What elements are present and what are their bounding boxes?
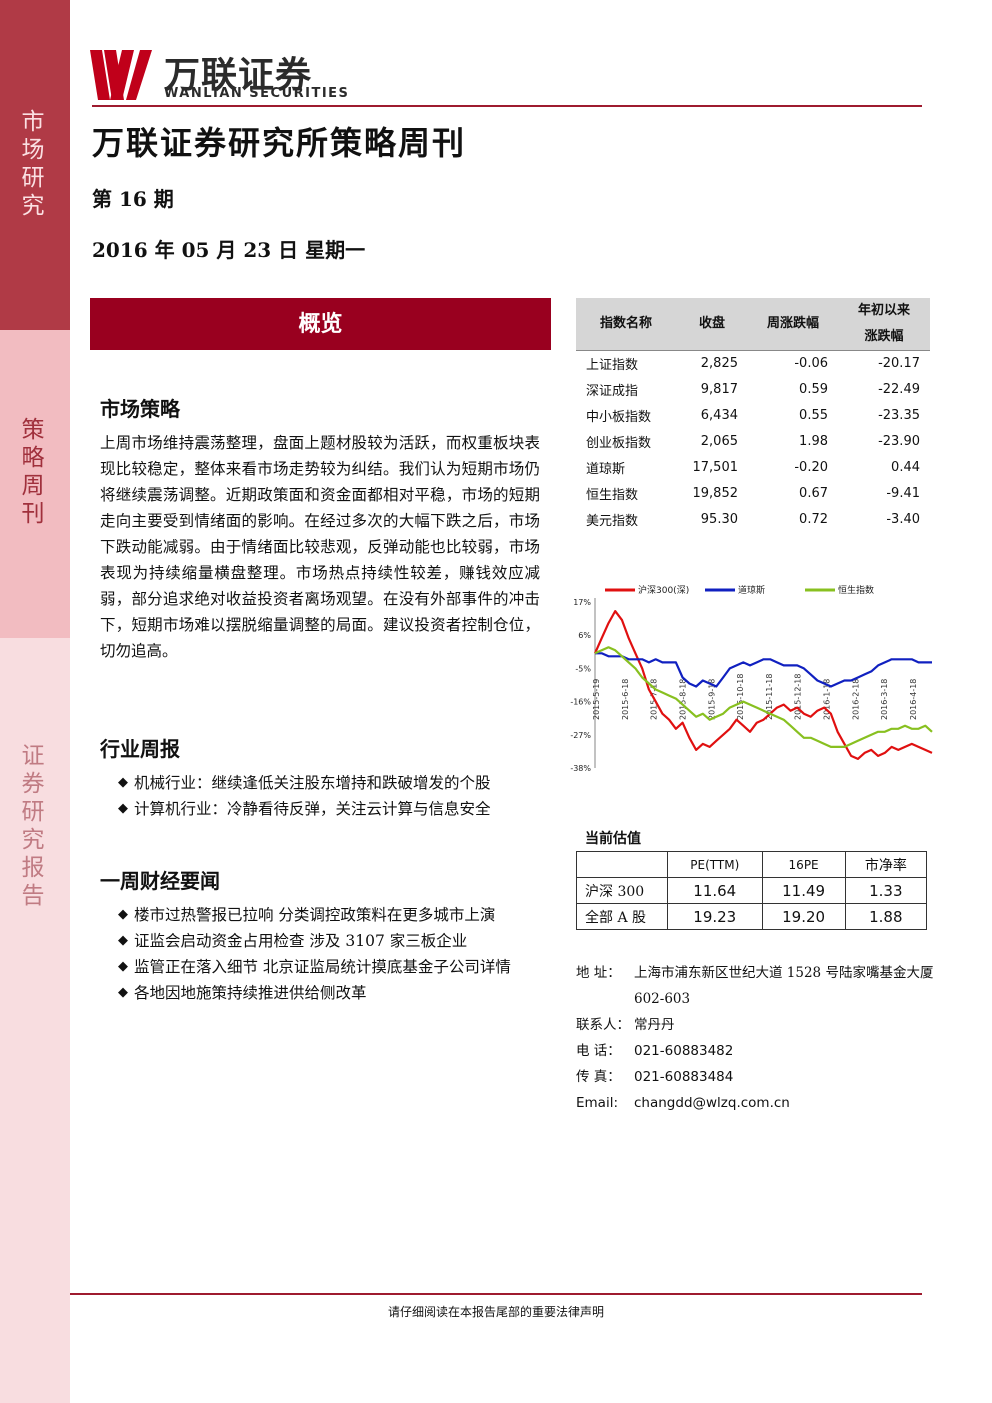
y-tick-label: -16% [570, 698, 591, 707]
footer-divider [70, 1293, 922, 1295]
brand-name-en: WANLIAN SECURITIES [164, 86, 350, 101]
table-divider [576, 350, 930, 351]
news-heading: 一周财经要闻 [100, 869, 220, 893]
contact-fax: 传 真： 021-60883484 [576, 1069, 734, 1085]
x-tick-label: 2015-12-18 [794, 674, 803, 721]
industry-list: 机械行业：继续逢低关注股东增持和跌破增发的个股 计算机行业：冷静看待反弹，关注云… [118, 770, 543, 822]
table-row: 道琼斯 17,501 -0.20 0.44 [586, 459, 920, 477]
contact-address: 地 址： 上海市浦东新区世纪大道 1528 号陆家嘴基金大厦 602-603 [576, 965, 934, 1007]
y-tick-label: 6% [578, 631, 591, 640]
list-item: 监管正在落入细节 北京证监局统计摸底基金子公司详情 [118, 954, 528, 980]
legend-label: 恒生指数 [838, 584, 874, 596]
sidebar-band-strategy-weekly: 策 略 周 刊 [0, 330, 70, 638]
contact-phone: 电 话： 021-60883482 [576, 1043, 734, 1059]
y-tick-label: -5% [575, 664, 591, 673]
list-item: 证监会启动资金占用检查 涉及 3107 家三板企业 [118, 928, 528, 954]
x-tick-label: 2015-10-18 [736, 674, 745, 721]
table-row: 美元指数 95.30 0.72 -3.40 [586, 511, 920, 529]
index-table: 指数名称 收盘 周涨跌幅 年初以来 涨跌幅 上证指数 2,825 -0.06 -… [576, 298, 930, 532]
contact-person: 联系人： 常丹丹 [576, 1017, 675, 1033]
issue-number: 第 16 期 [92, 187, 174, 211]
strategy-heading: 市场策略 [100, 397, 180, 421]
table-row: 恒生指数 19,852 0.67 -9.41 [586, 485, 920, 503]
x-tick-label: 2016-3-18 [880, 679, 889, 720]
table-header-row: PE(TTM) 16PE 市净率 [576, 851, 928, 878]
valuation-heading: 当前估值 [585, 831, 641, 847]
col-header-name: 指数名称 [576, 298, 676, 350]
valuation-table: PE(TTM) 16PE 市净率 沪深 300 11.64 11.49 1.33… [576, 851, 928, 930]
contact-info: 地 址： 上海市浦东新区世纪大道 1528 号陆家嘴基金大厦 602-603 联… [576, 960, 936, 1116]
list-item: 计算机行业：冷静看待反弹，关注云计算与信息安全 [118, 796, 543, 822]
footer-disclaimer: 请仔细阅读在本报告尾部的重要法律声明 [387, 1305, 604, 1319]
table-row: 中小板指数 6,434 0.55 -23.35 [586, 407, 920, 425]
sidebar-label-securities-report: 证 券 研 究 报 告 [21, 743, 45, 909]
y-tick-label: -38% [570, 764, 591, 773]
y-tick-label: 17% [573, 598, 591, 607]
table-row: 上证指数 2,825 -0.06 -20.17 [586, 355, 920, 373]
list-item: 楼市过热警报已拉响 分类调控政策料在更多城市上演 [118, 902, 528, 928]
table-row: 沪深 300 11.64 11.49 1.33 [576, 877, 928, 904]
table-row: 全部 A 股 19.23 19.20 1.88 [576, 903, 928, 930]
contact-email: Email: changdd@wlzq.com.cn [576, 1095, 790, 1111]
brand-logo-icon [90, 50, 152, 100]
sidebar-band-securities-report: 证 券 研 究 报 告 [0, 638, 70, 1403]
list-item: 机械行业：继续逢低关注股东增持和跌破增发的个股 [118, 770, 543, 796]
table-row: 创业板指数 2,065 1.98 -23.90 [586, 433, 920, 451]
col-header-week-change: 周涨跌幅 [748, 298, 838, 350]
header-divider [92, 105, 922, 107]
list-item: 各地因地施策持续推进供给侧改革 [118, 980, 528, 1006]
index-performance-chart: 17% 6% -5% -16% -27% -38% 2015-5-19 2015-6-18 20… [570, 584, 933, 773]
sidebar-band-market-research: 市 场 研 究 [0, 0, 70, 330]
sidebar-label-market-research: 市 场 研 究 [21, 109, 45, 219]
x-tick-label: 2016-4-18 [909, 679, 918, 720]
overview-banner: 概览 [90, 298, 551, 350]
legend-label: 道琼斯 [738, 584, 765, 596]
legend-label: 沪深300(深) [638, 584, 689, 596]
sidebar-label-strategy-weekly: 策 略 周 刊 [21, 417, 45, 527]
strategy-text: 上周市场维持震荡整理，盘面上题材股较为活跃，而权重板块表现比较稳定，整体来看市场… [100, 434, 540, 660]
table-row: 深证成指 9,817 0.59 -22.49 [586, 381, 920, 399]
publish-date: 2016 年 05 月 23 日 星期一 [92, 238, 366, 262]
col-header-close: 收盘 [676, 298, 748, 350]
page-title: 万联证券研究所策略周刊 [92, 124, 467, 162]
news-list: 楼市过热警报已拉响 分类调控政策料在更多城市上演 证监会启动资金占用检查 涉及 … [118, 902, 528, 1006]
industry-heading: 行业周报 [100, 737, 180, 761]
col-header-ytd: 年初以来 涨跌幅 [838, 298, 930, 350]
x-tick-label: 2016-2-18 [851, 679, 860, 720]
x-tick-label: 2015-6-18 [621, 679, 630, 720]
table-header-row: 指数名称 收盘 周涨跌幅 年初以来 涨跌幅 [576, 298, 930, 350]
x-tick-label: 2015-8-18 [678, 679, 687, 720]
y-tick-label: -27% [570, 731, 591, 740]
x-tick-label: 2015-5-19 [592, 679, 601, 720]
